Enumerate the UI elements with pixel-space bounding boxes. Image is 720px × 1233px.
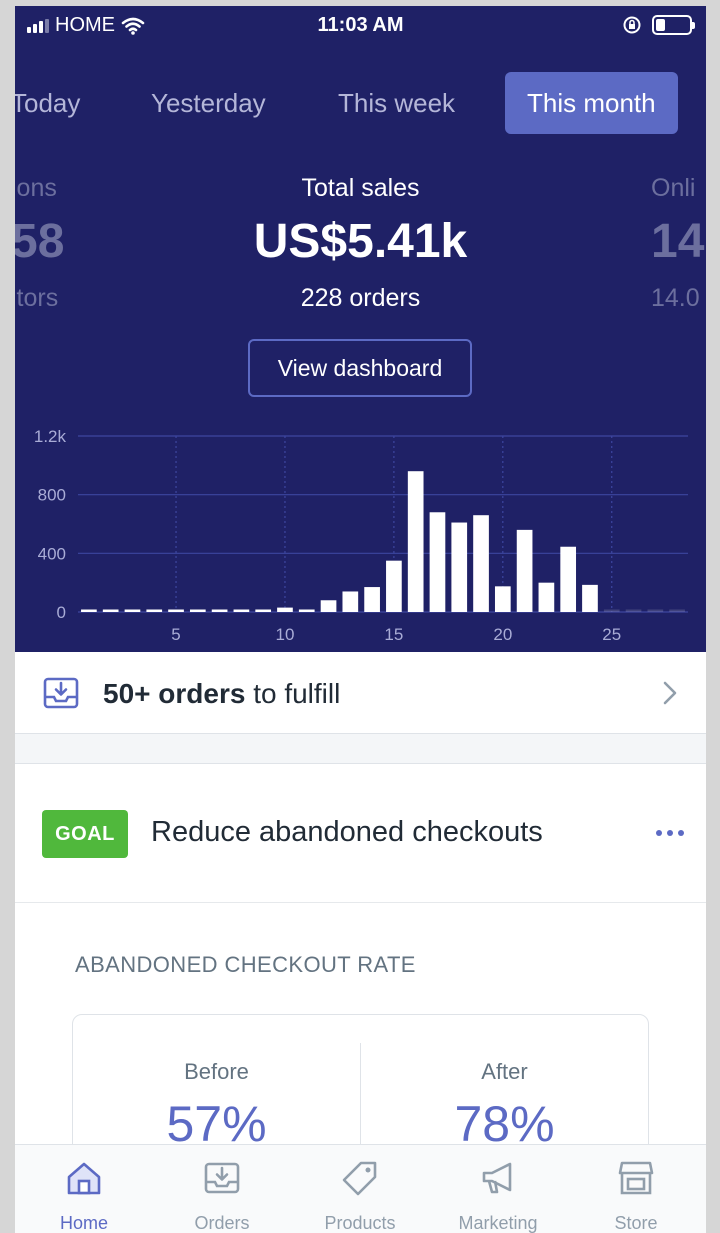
- rate-heading: ABANDONED CHECKOUT RATE: [75, 952, 416, 977]
- rate-after: After 78%: [361, 1015, 648, 1153]
- megaphone-icon: [482, 1162, 512, 1194]
- date-range-tabs: Today Yesterday This week This month: [15, 72, 706, 134]
- store-icon: [618, 1161, 654, 1195]
- total-sales-value: US$5.41k: [253, 215, 468, 268]
- view-dashboard-button[interactable]: View dashboard: [248, 339, 472, 397]
- sales-chart: 0 400 800 1.2k 5 10 15 20 25: [34, 427, 688, 644]
- chart-bar: [625, 609, 642, 612]
- tab-yesterday[interactable]: Yesterday: [151, 72, 266, 134]
- nav-marketing[interactable]: Marketing: [429, 1145, 567, 1233]
- online-store-value[interactable]: 14: [651, 214, 704, 269]
- chevron-right-icon: [663, 681, 677, 705]
- chart-x-tick-label: 20: [493, 625, 512, 644]
- goal-badge: GOAL: [42, 810, 128, 858]
- chart-y-tick-label: 800: [38, 486, 66, 505]
- online-store-sub[interactable]: 14.0: [651, 284, 700, 313]
- nav-store-label: Store: [614, 1213, 658, 1233]
- chart-bar: [603, 609, 620, 612]
- chart-bar: [538, 582, 555, 612]
- chart-bar: [560, 546, 577, 612]
- after-label: After: [481, 1059, 528, 1084]
- chart-y-tick-label: 1.2k: [34, 427, 67, 446]
- chart-bar: [124, 609, 141, 612]
- chart-x-tick-label: 5: [171, 625, 180, 644]
- chart-bar: [342, 591, 359, 612]
- more-options-icon[interactable]: [656, 830, 684, 836]
- chart-x-tick-label: 10: [276, 625, 295, 644]
- chart-bar: [277, 607, 293, 612]
- status-bar: HOME 11:03 AM: [15, 6, 706, 50]
- nav-store[interactable]: Store: [567, 1145, 705, 1233]
- tab-this-week[interactable]: This week: [338, 72, 455, 134]
- nav-home-label: Home: [59, 1213, 108, 1233]
- chart-bar: [168, 609, 184, 612]
- orders-count: 228 orders: [300, 284, 421, 312]
- chart-bar: [189, 609, 206, 612]
- rate-before: Before 57%: [73, 1015, 360, 1153]
- orders-icon: [204, 1162, 240, 1194]
- chart-x-tick-label: 25: [602, 625, 621, 644]
- orders-to-fulfill-row[interactable]: 50+ orders to fulfill: [15, 652, 706, 734]
- battery-icon: [652, 15, 695, 35]
- status-time: 11:03 AM: [317, 14, 404, 36]
- nav-orders[interactable]: Orders: [153, 1145, 291, 1233]
- chart-bar: [146, 609, 163, 612]
- nav-products[interactable]: Products: [291, 1145, 429, 1233]
- fulfill-count: 50+ orders: [103, 678, 246, 709]
- goal-header: GOAL Reduce abandoned checkouts: [15, 764, 706, 903]
- fulfill-inbox-icon: [43, 677, 79, 709]
- fulfill-text: 50+ orders to fulfill: [103, 678, 340, 710]
- sales-header: HOME 11:03 AM Today Yesterday This week …: [15, 6, 706, 652]
- rotation-lock-icon: [623, 16, 641, 34]
- chart-bar: [407, 471, 424, 612]
- chart-bar: [320, 600, 337, 612]
- bottom-nav: Home Orders Products Marketing Store: [15, 1144, 706, 1233]
- fulfill-rest: to fulfill: [253, 678, 341, 709]
- nav-marketing-label: Marketing: [458, 1213, 538, 1233]
- chart-bar: [647, 609, 664, 612]
- chart-x-tick-label: 15: [384, 625, 403, 644]
- chart-bar: [233, 609, 250, 612]
- chart-bar: [386, 560, 402, 612]
- online-store-label[interactable]: Onli: [651, 174, 695, 203]
- chart-bar: [494, 586, 511, 612]
- tab-this-month[interactable]: This month: [505, 72, 678, 134]
- chart-bar: [669, 609, 685, 612]
- chart-bar: [211, 609, 228, 612]
- status-right: [622, 15, 695, 35]
- total-sales-label: Total sales: [301, 174, 420, 202]
- chart-y-tick-label: 0: [57, 603, 66, 622]
- tab-today[interactable]: Today: [15, 72, 80, 134]
- tag-icon: [342, 1161, 377, 1196]
- app-screen: HOME 11:03 AM Today Yesterday This week …: [15, 6, 706, 1233]
- chart-bar: [473, 515, 489, 612]
- chart-bar: [255, 609, 272, 612]
- goal-title: Reduce abandoned checkouts: [151, 816, 543, 848]
- chart-bar: [429, 512, 446, 612]
- chart-bar: [102, 609, 119, 612]
- chart-bar: [516, 529, 533, 612]
- chart-bar: [298, 609, 315, 612]
- chart-y-tick-label: 400: [38, 544, 66, 563]
- nav-orders-label: Orders: [194, 1213, 250, 1233]
- before-label: Before: [184, 1059, 249, 1084]
- nav-products-label: Products: [324, 1213, 396, 1233]
- home-icon: [67, 1162, 101, 1195]
- chart-bar: [81, 609, 97, 612]
- chart-bar: [582, 584, 598, 612]
- chart-bar: [364, 587, 380, 612]
- chart-bar: [451, 522, 468, 612]
- nav-home[interactable]: Home: [15, 1145, 153, 1233]
